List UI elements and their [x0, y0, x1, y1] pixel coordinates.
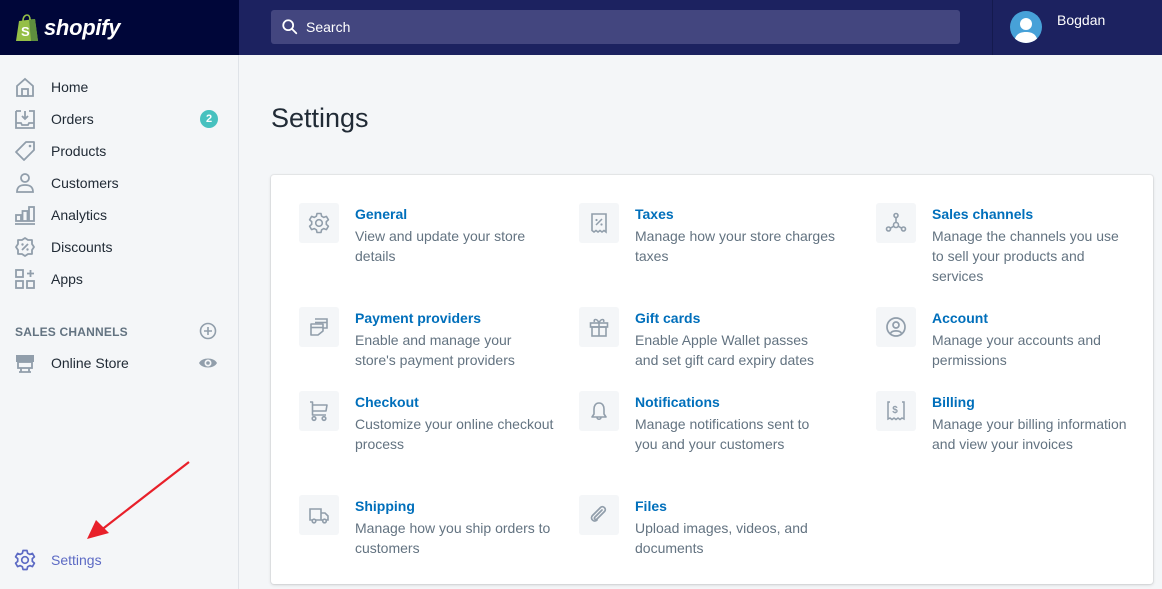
truck-icon: [309, 508, 329, 524]
sidebar-item-analytics[interactable]: Analytics: [0, 199, 238, 231]
tile-description: Manage your billing information and view…: [932, 416, 1127, 452]
tile-description: Enable Apple Wallet passes and set gift …: [635, 332, 814, 368]
view-store-eye-icon[interactable]: [198, 353, 218, 373]
tile-title[interactable]: Shipping: [355, 498, 415, 514]
gift-icon: [589, 318, 609, 337]
tile-description: Manage notifications sent to you and you…: [635, 416, 810, 452]
tile-description: Manage your accounts and permissions: [932, 332, 1101, 368]
tile-description: Enable and manage your store's payment p…: [355, 332, 515, 368]
sidebar-item-label: Customers: [51, 175, 119, 191]
discount-icon: [15, 237, 35, 257]
user-silhouette-icon: [1014, 18, 1038, 43]
sidebar-item-label: Online Store: [51, 355, 129, 371]
orders-count-badge: 2: [200, 110, 218, 128]
gear-icon: [14, 549, 36, 571]
sidebar-item-label: Products: [51, 143, 107, 159]
sidebar-item-settings[interactable]: Settings: [0, 544, 238, 576]
sidebar-item-discounts[interactable]: Discounts: [0, 231, 238, 263]
gear-icon: [308, 212, 330, 234]
main-content: Settings General View and update your st…: [240, 55, 1162, 589]
store-icon: [16, 355, 34, 373]
svg-text:$: $: [892, 405, 898, 416]
sidebar-item-customers[interactable]: Customers: [0, 167, 238, 199]
sidebar-item-label: Orders: [51, 111, 94, 127]
tile-title[interactable]: Account: [932, 310, 988, 326]
sidebar-item-orders[interactable]: Orders 2: [0, 103, 238, 135]
search-input[interactable]: [306, 19, 906, 35]
tile-title[interactable]: Gift cards: [635, 310, 700, 326]
account-icon: [886, 317, 906, 337]
channels-icon: [885, 212, 907, 232]
tile-title[interactable]: Payment providers: [355, 310, 481, 326]
tile-title[interactable]: Checkout: [355, 394, 419, 410]
sidebar-item-label: Analytics: [51, 207, 108, 223]
billing-icon: $: [887, 401, 905, 421]
shopping-bag-icon: S: [16, 13, 38, 41]
add-sales-channel-icon[interactable]: [199, 322, 217, 340]
sidebar-item-label: Discounts: [51, 239, 113, 255]
home-icon: [16, 77, 34, 97]
user-name: Bogdan: [1057, 12, 1106, 28]
sidebar: Home Orders 2 Products Customers Analyti…: [0, 55, 239, 589]
tile-description: Manage how you ship orders to customers: [355, 520, 551, 556]
tile-title[interactable]: Notifications: [635, 394, 720, 410]
sidebar-item-label: Home: [51, 79, 89, 95]
sidebar-item-label: Apps: [51, 271, 83, 287]
paperclip-icon: [590, 505, 607, 522]
svg-text:S: S: [21, 24, 30, 39]
tile-description: View and update your store details: [355, 228, 526, 264]
tile-description: Upload images, videos, and documents: [635, 520, 808, 556]
user-menu[interactable]: Bogdan: [992, 0, 1162, 55]
tile-description: Customize your online checkout process: [355, 416, 554, 452]
person-icon: [16, 173, 34, 193]
tax-receipt-icon: [591, 213, 607, 234]
sales-channels-heading: SALES CHANNELS: [15, 325, 128, 339]
sidebar-item-online-store[interactable]: Online Store: [0, 347, 238, 379]
tile-description: Manage the channels you use to sell your…: [932, 228, 1119, 284]
brand-name: shopify: [44, 14, 121, 40]
page-title: Settings: [271, 103, 369, 133]
top-bar: S shopify Bogdan: [0, 0, 1162, 55]
apps-icon: [15, 269, 35, 289]
payment-icon: [310, 318, 328, 336]
settings-card: General View and update your store detai…: [271, 175, 1153, 584]
bell-icon: [591, 402, 607, 421]
sidebar-item-label: Settings: [51, 552, 102, 568]
cart-icon: [310, 401, 328, 422]
sidebar-item-home[interactable]: Home: [0, 71, 238, 103]
tile-description: Manage how your store charges taxes: [635, 228, 835, 264]
bar-chart-icon: [15, 206, 35, 225]
sidebar-item-apps[interactable]: Apps: [0, 263, 238, 295]
tile-title[interactable]: Billing: [932, 394, 975, 410]
avatar: [1010, 11, 1042, 43]
sidebar-item-products[interactable]: Products: [0, 135, 238, 167]
tile-title[interactable]: Taxes: [635, 206, 674, 222]
tile-title[interactable]: Files: [635, 498, 667, 514]
search-icon: [282, 19, 298, 35]
tile-title[interactable]: Sales channels: [932, 206, 1033, 222]
tile-title[interactable]: General: [355, 206, 407, 222]
shopify-logo[interactable]: S shopify: [0, 0, 239, 55]
orders-icon: [15, 110, 35, 129]
tag-icon: [15, 141, 35, 161]
search-bar[interactable]: [271, 10, 960, 44]
